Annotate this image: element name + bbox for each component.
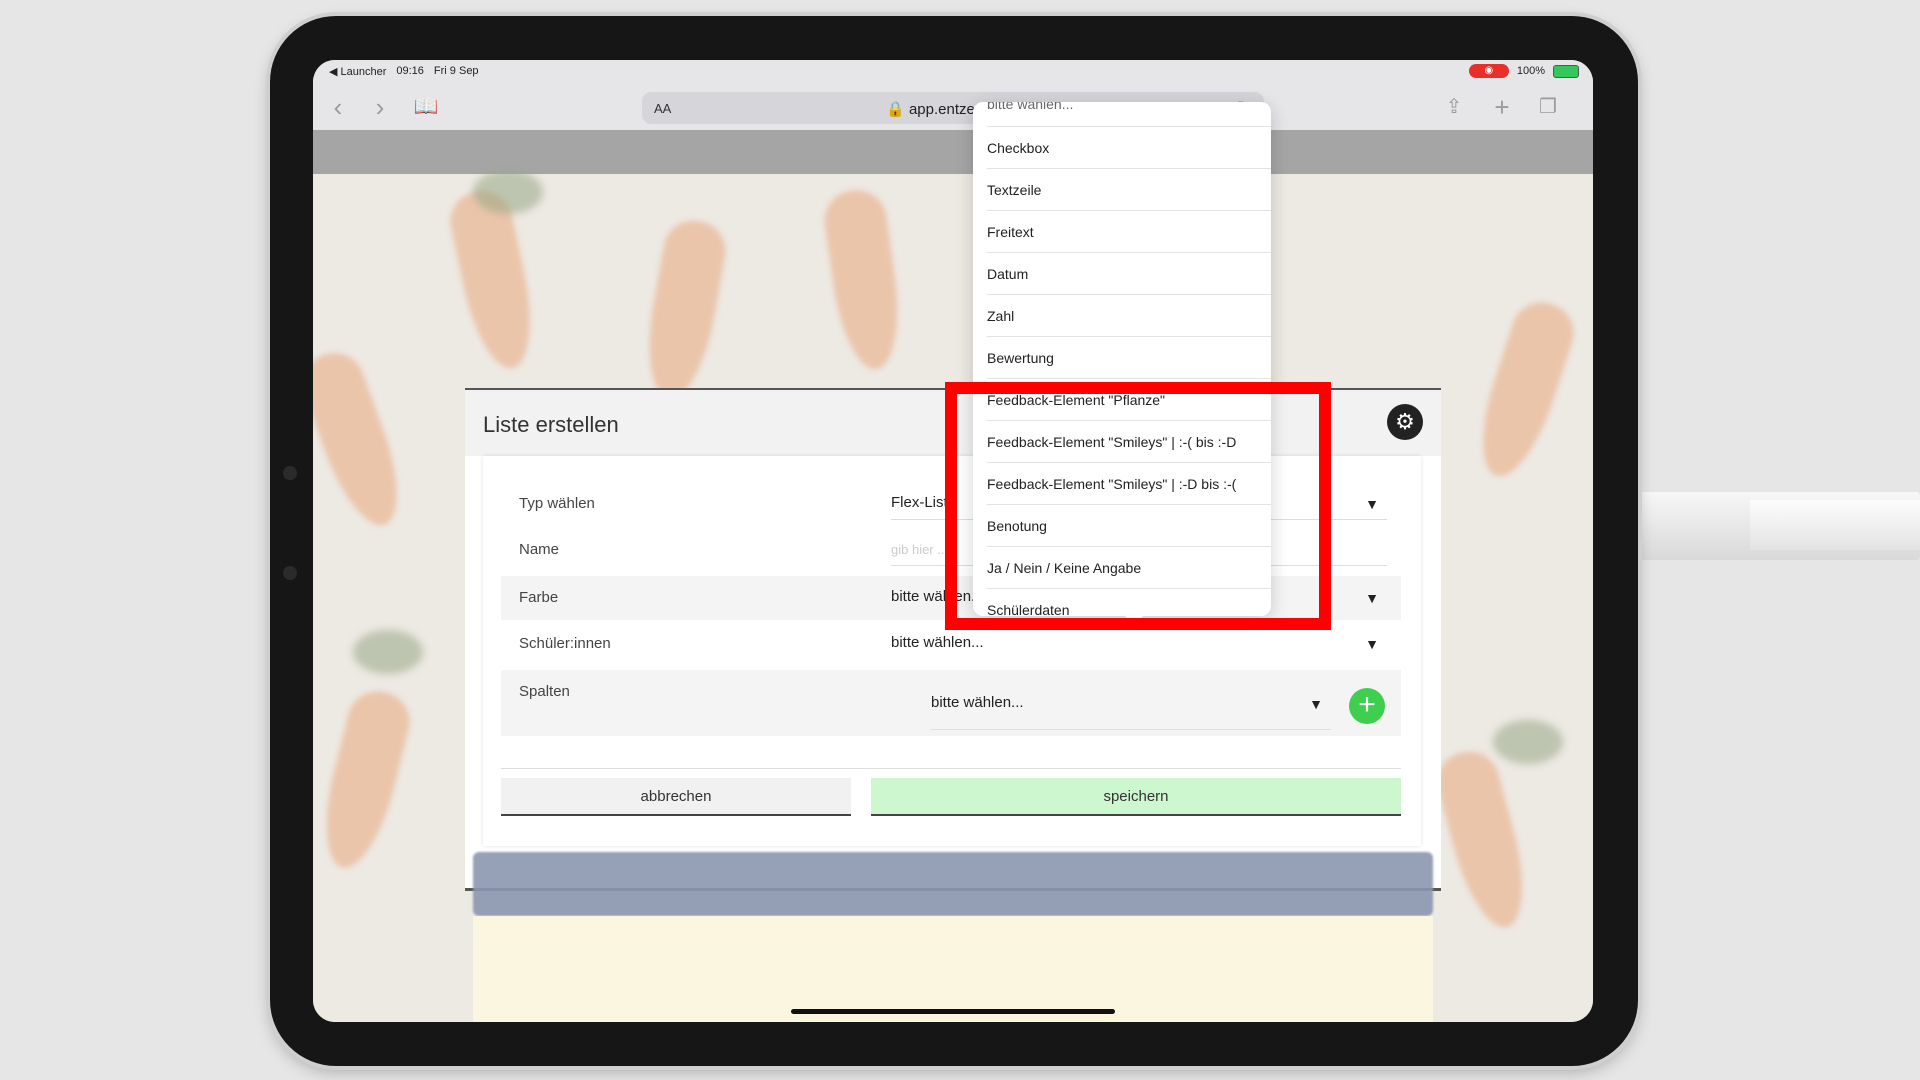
chevron-right-icon[interactable]: › xyxy=(367,94,393,120)
status-bar: ◀ Launcher 09:16 Fri 9 Sep ◉ 100% xyxy=(313,60,1593,84)
name-label: Name xyxy=(519,541,560,558)
columns-select[interactable]: bitte wählen... xyxy=(931,694,1024,711)
status-date: Fri 9 Sep xyxy=(433,65,479,77)
status-time: 09:16 xyxy=(396,65,424,77)
highlight-box xyxy=(945,382,1331,630)
chevron-down-icon[interactable]: ▼ xyxy=(1309,696,1323,712)
students-label: Schüler:innen xyxy=(519,635,611,652)
save-button[interactable]: speichern xyxy=(871,778,1401,816)
dropdown-option[interactable]: Textzeile xyxy=(987,169,1271,211)
dropdown-option[interactable]: Datum xyxy=(987,253,1271,295)
share-icon[interactable]: ⇪ xyxy=(1441,94,1467,120)
modal-title: Liste erstellen xyxy=(483,412,619,437)
columns-label: Spalten xyxy=(519,683,570,700)
side-button xyxy=(283,566,297,580)
tabs-icon[interactable]: ❐ xyxy=(1535,94,1561,120)
chevron-down-icon[interactable]: ▼ xyxy=(1365,590,1379,606)
dropdown-option[interactable]: Zahl xyxy=(987,295,1271,337)
battery-icon xyxy=(1553,64,1579,78)
chevron-down-icon[interactable]: ▼ xyxy=(1365,496,1379,512)
students-select[interactable]: bitte wählen... xyxy=(891,634,984,651)
dropdown-option[interactable]: Checkbox xyxy=(987,127,1271,169)
field-underline xyxy=(931,729,1331,730)
name-input[interactable]: gib hier ... xyxy=(891,542,948,557)
dropdown-option[interactable]: Bewertung xyxy=(987,337,1271,379)
divider xyxy=(501,768,1401,769)
side-button xyxy=(283,466,297,480)
ipad-screen: ◀ Launcher 09:16 Fri 9 Sep ◉ 100% ‹ › 📖 … xyxy=(313,60,1593,1022)
chevron-down-icon[interactable]: ▼ xyxy=(1365,636,1379,652)
back-to-app-link[interactable]: ◀ Launcher xyxy=(329,65,386,78)
gear-icon[interactable]: ⚙ xyxy=(1387,404,1423,440)
charging-cable-plug xyxy=(1750,500,1920,550)
cancel-button[interactable]: abbrechen xyxy=(501,778,851,816)
screen-recording-icon[interactable]: ◉ xyxy=(1468,64,1509,78)
dropdown-option[interactable]: bitte wählen... xyxy=(987,102,1271,127)
add-column-button[interactable]: + xyxy=(1349,688,1385,724)
columns-row: Spalten bitte wählen... ▼ + xyxy=(501,670,1401,736)
home-indicator[interactable] xyxy=(791,1009,1115,1014)
book-icon[interactable]: 📖 xyxy=(413,94,439,120)
dropdown-option[interactable]: Freitext xyxy=(987,211,1271,253)
type-label: Typ wählen xyxy=(519,495,595,512)
list-card-body xyxy=(473,916,1433,1022)
browser-toolbar: ‹ › 📖 AA 🔒 app.entzettelt.de ↻ ⇪ + ❐ xyxy=(313,84,1593,130)
battery-percent: 100% xyxy=(1516,65,1545,77)
chevron-left-icon[interactable]: ‹ xyxy=(325,94,351,120)
plus-icon[interactable]: + xyxy=(1489,94,1515,120)
list-card-header xyxy=(473,852,1433,916)
color-label: Farbe xyxy=(519,589,559,606)
